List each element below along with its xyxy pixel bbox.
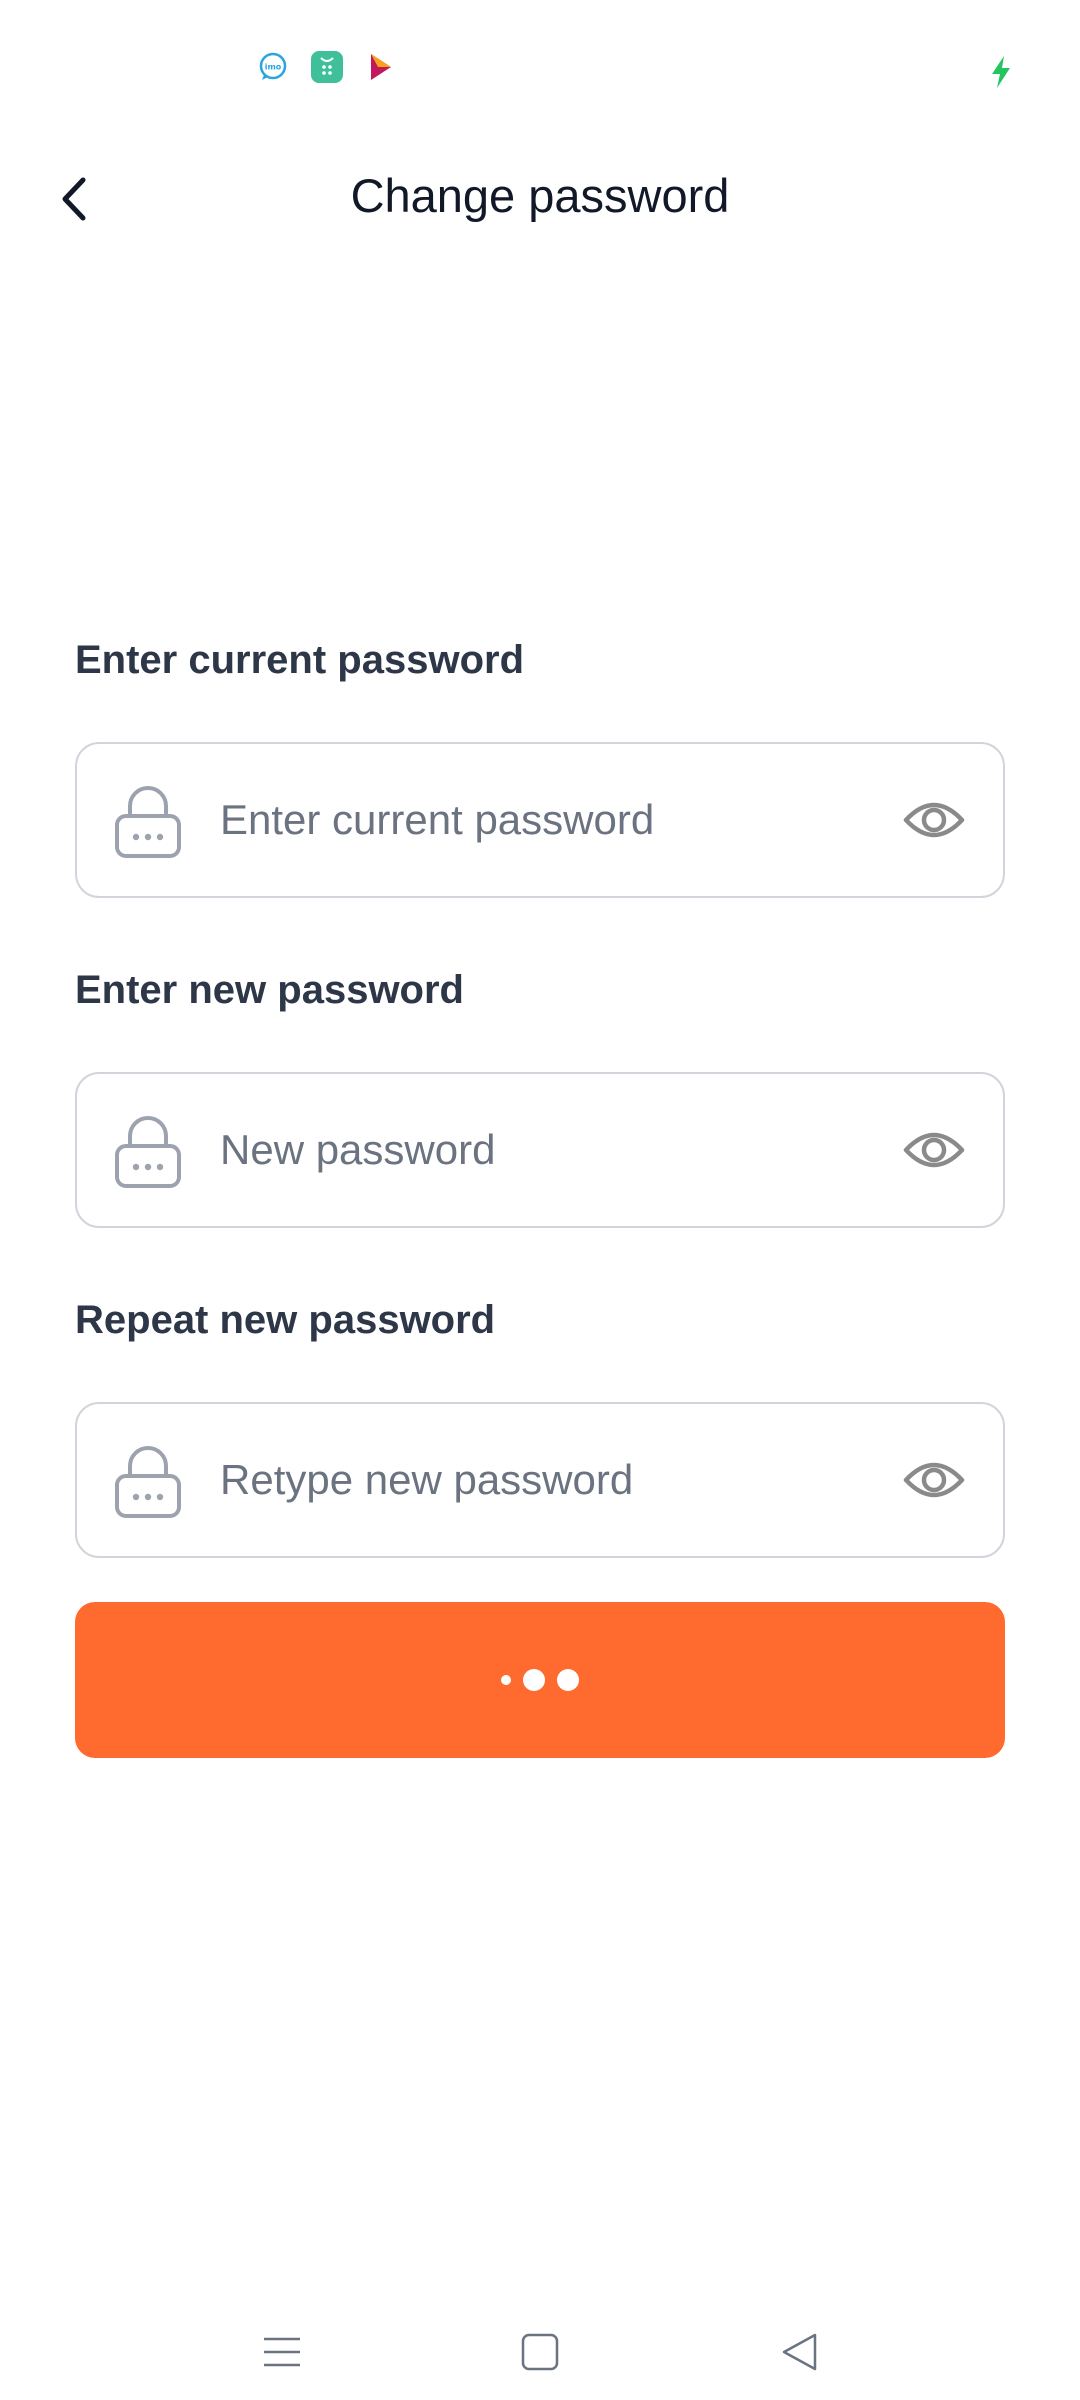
notification-icons: imo: [256, 50, 398, 84]
menu-icon: [264, 2337, 300, 2367]
change-password-form: Enter current password Enter new passwor…: [75, 630, 1005, 1558]
repeat-password-input[interactable]: [220, 1404, 920, 1556]
eye-icon[interactable]: [903, 1452, 965, 1508]
current-password-label: Enter current password: [75, 638, 525, 682]
current-password-group: Enter current password: [75, 630, 1005, 898]
repeat-password-group: Repeat new password: [75, 1290, 1005, 1558]
menu-button[interactable]: [252, 2322, 312, 2382]
system-nav-bar: [0, 2310, 1080, 2400]
home-button[interactable]: [510, 2322, 570, 2382]
app-store-icon: [310, 50, 344, 84]
repeat-password-label: Repeat new password: [75, 1298, 496, 1342]
lock-icon: [115, 1116, 181, 1188]
page-title: Change password: [350, 169, 730, 222]
status-bar: imo: [0, 0, 1080, 140]
new-password-input[interactable]: [220, 1074, 920, 1226]
svg-text:imo: imo: [265, 63, 282, 72]
current-password-input[interactable]: [220, 744, 920, 896]
eye-icon[interactable]: [903, 792, 965, 848]
submit-button[interactable]: [75, 1602, 1005, 1758]
loading-dot-icon: [501, 1675, 511, 1685]
loading-dot-icon: [557, 1669, 579, 1691]
back-triangle-icon: [782, 2333, 817, 2371]
charging-bolt-icon: [986, 54, 1016, 90]
loading-dot-icon: [523, 1669, 545, 1691]
play-triangle-icon: [364, 50, 398, 84]
repeat-password-box: [75, 1402, 1005, 1558]
lock-icon: [115, 786, 181, 858]
imo-icon: imo: [256, 50, 290, 84]
nav-back-button[interactable]: [770, 2322, 830, 2382]
new-password-group: Enter new password: [75, 960, 1005, 1228]
new-password-box: [75, 1072, 1005, 1228]
new-password-label: Enter new password: [75, 968, 464, 1012]
home-square-icon: [521, 2333, 559, 2371]
header: Change password: [0, 150, 1080, 250]
eye-icon[interactable]: [903, 1122, 965, 1178]
lock-icon: [115, 1446, 181, 1518]
current-password-box: [75, 742, 1005, 898]
